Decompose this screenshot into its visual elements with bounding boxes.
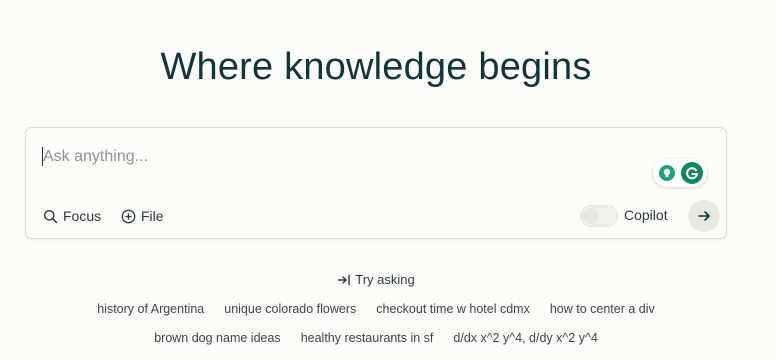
home-page: Where knowledge begins Focus xyxy=(0,0,776,360)
arrow-right-icon xyxy=(698,211,710,221)
suggestion-item[interactable]: checkout time w hotel cdmx xyxy=(376,302,530,316)
ask-input[interactable] xyxy=(41,146,603,168)
file-label: File xyxy=(141,208,164,224)
suggestion-item[interactable]: brown dog name ideas xyxy=(154,331,280,345)
toggle-knob xyxy=(583,208,599,224)
focus-button[interactable]: Focus xyxy=(43,206,101,226)
ask-box: Focus File Copilot xyxy=(25,127,727,239)
search-icon xyxy=(44,209,58,223)
file-button[interactable]: File xyxy=(121,206,164,226)
text-caret xyxy=(42,147,43,166)
grammarly-icon[interactable] xyxy=(681,162,703,184)
plus-circle-icon xyxy=(121,209,136,223)
focus-label: Focus xyxy=(63,208,102,224)
suggestion-item[interactable]: how to center a div xyxy=(550,302,655,316)
try-asking-heading: Try asking xyxy=(0,272,752,287)
suggestion-item[interactable]: d/dx x^2 y^4, d/dy x^2 y^4 xyxy=(453,331,597,345)
submit-button[interactable] xyxy=(688,200,720,232)
extension-widget[interactable] xyxy=(653,159,707,187)
suggestion-item[interactable]: unique colorado flowers xyxy=(224,302,356,316)
copilot-toggle[interactable] xyxy=(580,205,618,227)
bulb-icon[interactable] xyxy=(659,165,675,181)
headline: Where knowledge begins xyxy=(160,46,592,88)
suggestions-row-1: history of Argentina unique colorado flo… xyxy=(0,302,752,316)
try-asking-label: Try asking xyxy=(355,272,415,287)
copilot-label: Copilot xyxy=(624,207,668,223)
enter-arrow-icon xyxy=(338,274,350,285)
suggestions-row-2: brown dog name ideas healthy restaurants… xyxy=(0,331,752,345)
suggestion-item[interactable]: history of Argentina xyxy=(97,302,204,316)
suggestion-item[interactable]: healthy restaurants in sf xyxy=(301,331,434,345)
